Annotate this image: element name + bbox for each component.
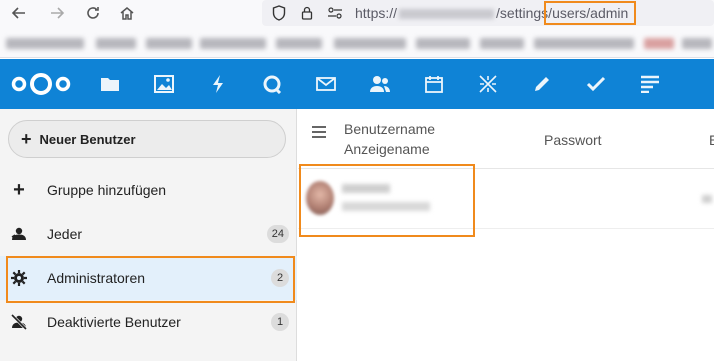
bookmark-blurred[interactable] [146, 38, 192, 49]
user-icon [10, 225, 28, 243]
new-user-label: Neuer Benutzer [39, 131, 136, 147]
sidebar: + Neuer Benutzer + Gruppe hinzufügen Jed… [0, 109, 297, 361]
url-highlight-box [544, 1, 636, 25]
sidebar-item-label: Deaktivierte Benutzer [47, 314, 181, 330]
header-displayname[interactable]: Anzeigename [344, 141, 430, 157]
sidebar-item-disabled-users[interactable]: Deaktivierte Benutzer 1 [0, 300, 297, 344]
cell-redacted [702, 195, 712, 203]
count-badge: 24 [266, 225, 289, 243]
user-highlight-box [299, 164, 475, 237]
browser-toolbar: https:///settings/users/admin [0, 0, 714, 28]
bookmarks-bar [0, 28, 714, 58]
add-group-item[interactable]: + Gruppe hinzufügen [0, 168, 297, 212]
bookmark-blurred[interactable] [276, 38, 322, 49]
bookmark-blurred[interactable] [96, 38, 136, 49]
back-icon[interactable] [8, 2, 30, 24]
bookmark-blurred[interactable] [534, 38, 634, 49]
bookmark-blurred[interactable] [480, 38, 524, 49]
shield-icon[interactable] [270, 4, 288, 22]
bookmark-blurred[interactable] [682, 38, 712, 49]
add-group-label: Gruppe hinzufügen [47, 182, 167, 198]
lock-icon[interactable] [298, 4, 316, 22]
files-icon[interactable] [98, 72, 122, 96]
url-host-redacted [399, 9, 495, 20]
admin-highlight-box [6, 256, 295, 303]
photos-icon[interactable] [152, 72, 176, 96]
bookmark-blurred[interactable] [334, 38, 406, 49]
header-username[interactable]: Benutzername [344, 121, 435, 137]
bookmark-blurred[interactable] [416, 38, 470, 49]
contacts-icon[interactable] [368, 72, 392, 96]
reload-icon[interactable] [82, 2, 104, 24]
new-user-button[interactable]: + Neuer Benutzer [8, 120, 286, 158]
plus-icon: + [13, 178, 25, 201]
header-password[interactable]: Passwort [544, 132, 602, 148]
deck-icon[interactable] [476, 72, 500, 96]
permissions-icon[interactable] [326, 4, 344, 22]
app-header [0, 59, 714, 109]
bookmark-blurred[interactable] [200, 38, 266, 49]
nextcloud-logo[interactable] [10, 72, 72, 96]
bookmark-blurred[interactable] [6, 38, 84, 49]
talk-icon[interactable] [260, 72, 284, 96]
tasks-icon[interactable] [584, 72, 608, 96]
forward-icon[interactable] [46, 2, 68, 24]
home-icon[interactable] [116, 2, 138, 24]
plus-icon: + [21, 129, 32, 149]
sidebar-item-everyone[interactable]: Jeder 24 [0, 212, 297, 256]
calendar-icon[interactable] [422, 72, 446, 96]
menu-icon[interactable] [312, 125, 326, 142]
list-icon[interactable] [638, 72, 662, 96]
header-next-column[interactable]: E [709, 132, 714, 148]
url-scheme: https:// [355, 5, 398, 21]
count-badge: 1 [271, 313, 289, 331]
sidebar-item-label: Jeder [47, 226, 83, 242]
notes-icon[interactable] [530, 72, 554, 96]
mail-icon[interactable] [314, 72, 338, 96]
bookmark-blurred[interactable] [644, 38, 674, 49]
activity-icon[interactable] [206, 72, 230, 96]
table-header: Benutzername Anzeigename Passwort E [298, 109, 714, 169]
user-disabled-icon [10, 313, 28, 331]
